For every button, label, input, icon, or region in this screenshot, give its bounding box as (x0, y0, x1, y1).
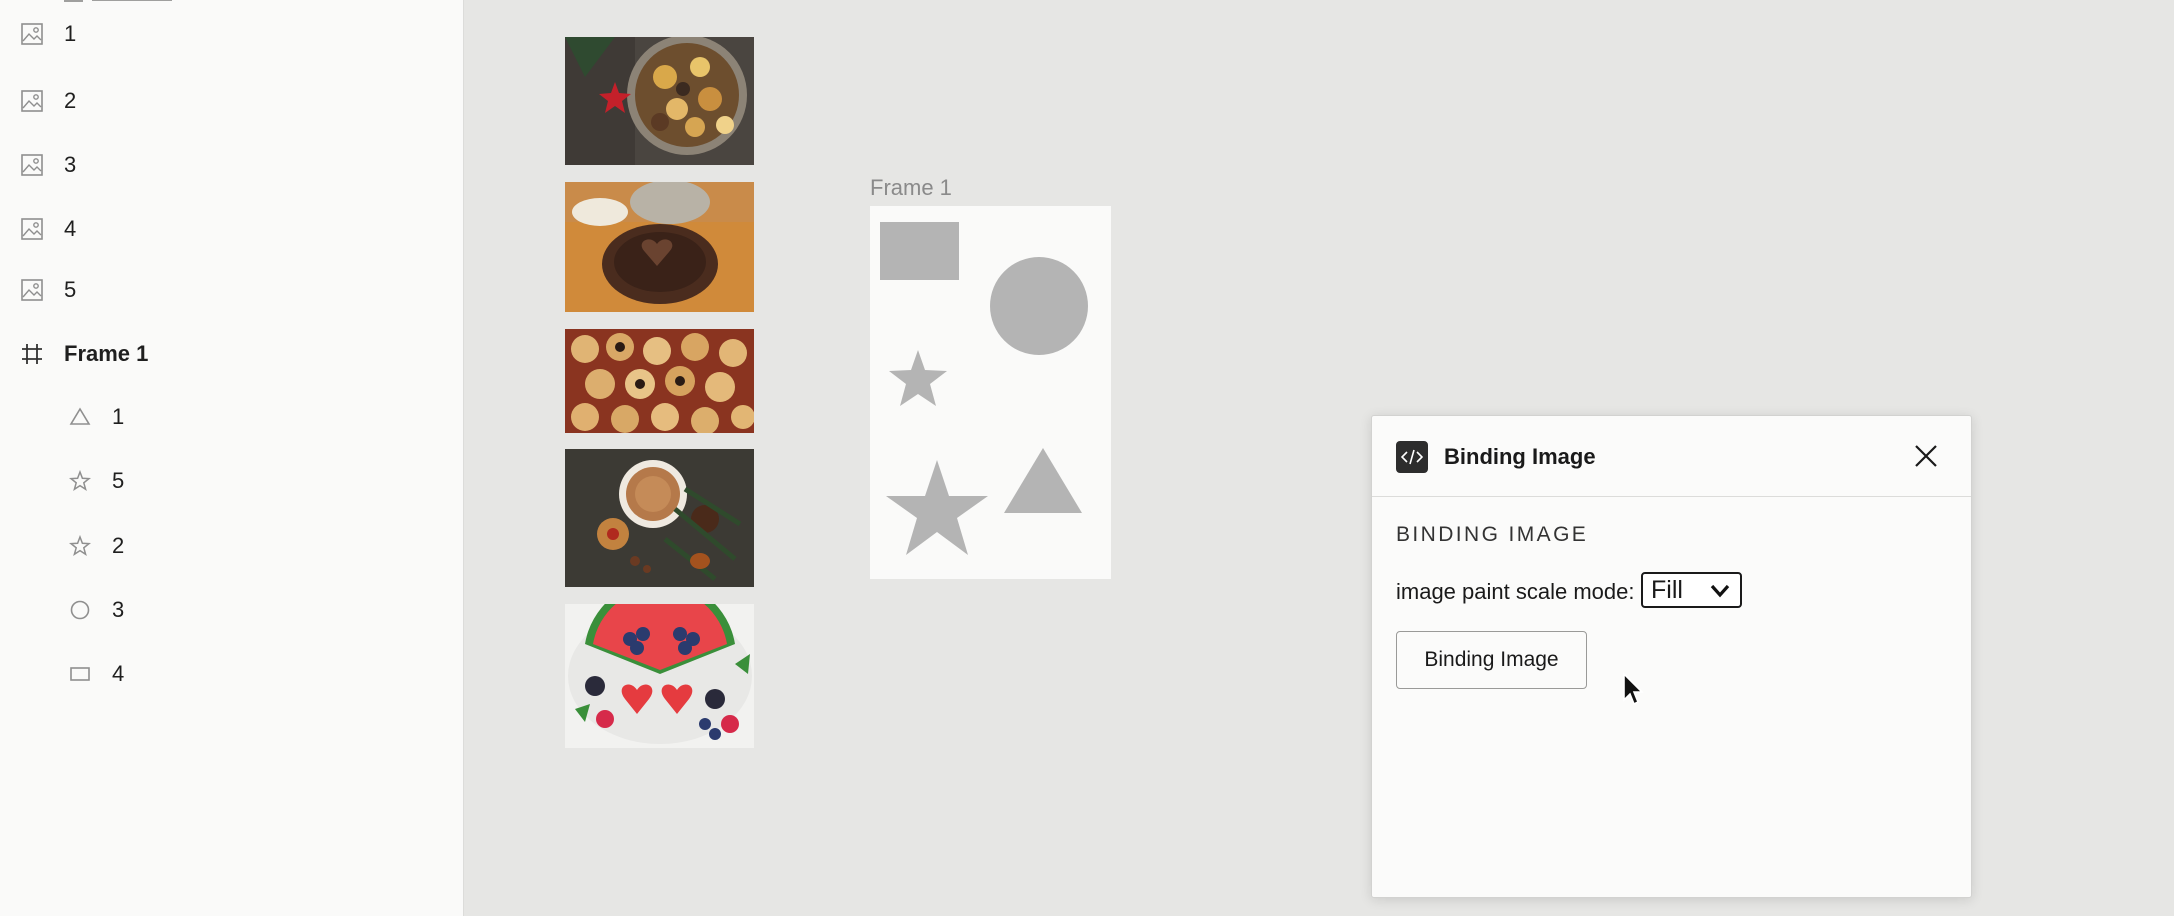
rectangle-icon (68, 662, 92, 686)
layer-item-label: 1 (112, 404, 125, 429)
triangle-icon (68, 405, 92, 429)
canvas-image-2[interactable] (565, 182, 754, 312)
layer-item-label: 3 (64, 152, 77, 177)
canvas-image-3[interactable] (565, 329, 754, 433)
clipped-layer-row (63, 0, 184, 3)
layer-item-frame-1[interactable]: Frame 1 (0, 330, 463, 378)
cursor-arrow-icon (1623, 672, 1644, 706)
frame-1[interactable] (870, 206, 1111, 579)
layer-item-image-2[interactable]: 2 (0, 77, 463, 125)
layer-item-rectangle[interactable]: 4 (0, 650, 463, 698)
scale-mode-select[interactable]: Fill (1641, 572, 1742, 608)
layers-panel: 1 2 3 4 5 Frame 1 1 5 2 3 4 (0, 0, 464, 916)
layer-item-label: 5 (112, 468, 125, 493)
image-icon (20, 217, 44, 241)
code-icon (1396, 441, 1428, 473)
frame-icon (20, 342, 44, 366)
layer-item-triangle[interactable]: 1 (0, 393, 463, 441)
layer-item-star-2[interactable]: 2 (0, 522, 463, 570)
layer-item-label: 1 (64, 21, 77, 46)
layer-item-ellipse[interactable]: 3 (0, 586, 463, 634)
image-icon (20, 22, 44, 46)
plugin-window: Binding Image BINDING IMAGE image paint … (1371, 415, 1972, 898)
hot-cocoa-photo (565, 449, 754, 587)
shape-star-small[interactable] (889, 350, 947, 406)
scale-mode-value: Fill (1651, 575, 1683, 604)
shape-ellipse[interactable] (990, 257, 1088, 355)
chevron-down-icon (1710, 584, 1730, 598)
shape-star-large[interactable] (886, 460, 988, 555)
image-icon (20, 278, 44, 302)
star-icon (68, 534, 92, 558)
binding-image-button[interactable]: Binding Image (1396, 631, 1587, 689)
ellipse-icon (68, 598, 92, 622)
canvas-image-5[interactable] (565, 604, 754, 748)
watermelon-berries-photo (565, 604, 754, 748)
layer-item-label: 4 (64, 216, 77, 241)
layer-item-image-3[interactable]: 3 (0, 141, 463, 189)
close-button[interactable] (1910, 440, 1942, 472)
image-icon (20, 89, 44, 113)
layer-item-label: 2 (64, 88, 77, 113)
layer-item-image-4[interactable]: 4 (0, 205, 463, 253)
layer-item-label: 5 (64, 277, 77, 302)
layer-item-star-5[interactable]: 5 (0, 457, 463, 505)
layer-item-label: 2 (112, 533, 125, 558)
shape-rectangle[interactable] (880, 222, 959, 280)
layer-item-label: Frame 1 (64, 341, 149, 366)
cookies-tray-photo (565, 329, 754, 433)
chocolate-cake-photo (565, 182, 754, 312)
plugin-title: Binding Image (1444, 444, 1596, 469)
close-icon (1915, 445, 1937, 467)
layer-item-label: 4 (112, 661, 125, 686)
section-heading: BINDING IMAGE (1396, 523, 1589, 546)
cookie-bowl-photo (565, 37, 754, 165)
canvas-image-4[interactable] (565, 449, 754, 587)
layer-item-image-1[interactable]: 1 (0, 10, 463, 58)
image-icon (20, 153, 44, 177)
layer-item-image-5[interactable]: 5 (0, 266, 463, 314)
plugin-header: Binding Image (1372, 416, 1971, 497)
star-icon (68, 469, 92, 493)
layer-item-label: 3 (112, 597, 125, 622)
canvas-image-1[interactable] (565, 37, 754, 165)
shape-triangle[interactable] (1004, 448, 1082, 513)
scale-mode-label: image paint scale mode: (1396, 579, 1635, 604)
frame-label: Frame 1 (870, 175, 952, 200)
